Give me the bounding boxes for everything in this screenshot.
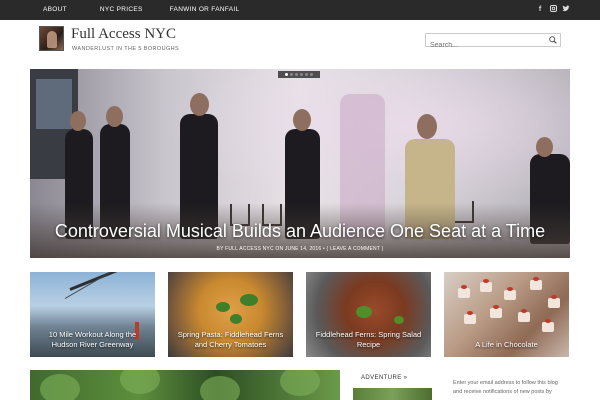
food-garnish (356, 306, 372, 318)
hero-performer-head (536, 137, 553, 157)
hero-performer-head (293, 109, 311, 131)
instagram-icon[interactable] (549, 5, 557, 16)
site-tagline: WANDERLUST IN THE 5 BOROUGHS (72, 46, 180, 52)
facebook-icon[interactable]: f (536, 5, 544, 16)
slider-dot[interactable] (305, 73, 308, 76)
nav-item-fanwin[interactable]: FANWIN OR FANFAIL (170, 0, 240, 20)
post-card[interactable]: Fiddlehead Ferns: Spring Salad Recipe (306, 272, 431, 357)
leaf-shape (280, 370, 320, 396)
top-bar: ABOUT NYC PRICES FANWIN OR FANFAIL f (0, 0, 600, 20)
food-garnish (394, 316, 404, 324)
slider-dot[interactable] (285, 73, 288, 76)
top-nav: ABOUT NYC PRICES FANWIN OR FANFAIL (43, 0, 239, 20)
search-box (425, 33, 561, 52)
search-input[interactable] (426, 39, 544, 52)
nav-item-about[interactable]: ABOUT (43, 0, 67, 20)
hero-performer-head (190, 93, 209, 116)
slider-dot[interactable] (310, 73, 313, 76)
dessert (530, 277, 542, 290)
dessert (518, 309, 530, 322)
leaf-shape (40, 374, 80, 400)
post-image[interactable] (30, 370, 340, 400)
dessert (464, 311, 476, 324)
twitter-icon[interactable] (562, 5, 570, 16)
follow-blog-text: Enter your email address to follow this … (453, 380, 558, 395)
post-card[interactable]: 10 Mile Workout Along the Hudson River G… (30, 272, 155, 357)
leaf-shape (120, 370, 160, 394)
dessert (548, 295, 560, 308)
food-garnish (216, 302, 230, 312)
slider-dot[interactable] (295, 73, 298, 76)
featured-slider[interactable]: Controversial Musical Builds an Audience… (30, 69, 570, 258)
featured-meta: BY FULL ACCESS NYC ON JUNE 14, 2016 • ( … (216, 246, 384, 252)
dessert (490, 305, 502, 318)
slider-dot[interactable] (300, 73, 303, 76)
sidebar-adventure-label[interactable]: ADVENTURE » (361, 375, 407, 381)
food-garnish (230, 314, 242, 324)
nav-item-nyc-prices[interactable]: NYC PRICES (100, 0, 143, 20)
leaf-shape (200, 376, 240, 400)
slider-dots (278, 71, 320, 78)
social-links: f (536, 5, 570, 16)
slider-dot[interactable] (290, 73, 293, 76)
post-card-title[interactable]: Spring Pasta: Fiddlehead Ferns and Cherr… (168, 330, 293, 350)
hero-performer-head (106, 106, 123, 127)
post-card[interactable]: Spring Pasta: Fiddlehead Ferns and Cherr… (168, 272, 293, 357)
search-icon[interactable] (548, 35, 558, 45)
featured-title[interactable]: Controversial Musical Builds an Audience… (30, 221, 570, 242)
post-card-title[interactable]: A Life in Chocolate (444, 340, 569, 350)
dessert (542, 319, 554, 332)
site-logo[interactable] (39, 26, 64, 51)
dessert (480, 279, 492, 292)
dessert (458, 285, 470, 298)
hero-performer-head (70, 111, 86, 131)
post-card-title[interactable]: 10 Mile Workout Along the Hudson River G… (30, 330, 155, 350)
hero-performer-head (417, 114, 437, 139)
dessert (504, 287, 516, 300)
site-title[interactable]: Full Access NYC (71, 26, 176, 43)
food-garnish (240, 294, 258, 306)
sidebar-adventure-image[interactable] (353, 388, 432, 400)
post-card-title[interactable]: Fiddlehead Ferns: Spring Salad Recipe (306, 330, 431, 350)
post-card[interactable]: A Life in Chocolate (444, 272, 569, 357)
